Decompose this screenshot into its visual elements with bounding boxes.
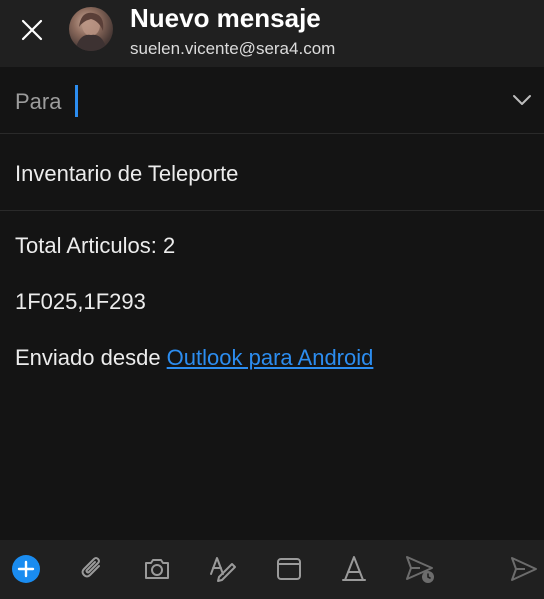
to-field-row[interactable]: Para xyxy=(0,67,544,134)
signature-line: Enviado desde Outlook para Android xyxy=(15,345,373,371)
expand-recipients-button[interactable] xyxy=(510,88,534,112)
format-icon xyxy=(342,556,366,581)
close-button[interactable] xyxy=(12,10,52,50)
chevron-down-icon xyxy=(513,95,531,105)
schedule-send-button[interactable] xyxy=(404,553,436,585)
header-bar: Nuevo mensaje suelen.vicente@sera4.com xyxy=(0,0,544,67)
attach-icon xyxy=(81,557,100,578)
outlook-android-link[interactable]: Outlook para Android xyxy=(167,345,374,370)
body-line-total[interactable]: Total Articulos: 2 xyxy=(15,233,175,259)
to-label: Para xyxy=(15,89,62,114)
add-icon xyxy=(12,555,40,583)
format-button[interactable] xyxy=(338,553,370,585)
add-button[interactable] xyxy=(10,553,42,585)
camera-button[interactable] xyxy=(141,553,173,585)
signature-prefix: Enviado desde xyxy=(15,345,167,370)
profile-photo-icon xyxy=(75,12,107,51)
page-title: Nuevo mensaje xyxy=(130,3,321,33)
compose-toolbar xyxy=(0,540,544,599)
draw-button[interactable] xyxy=(207,553,239,585)
body-line-items[interactable]: 1F025,1F293 xyxy=(15,289,146,315)
attach-button[interactable] xyxy=(76,553,108,585)
subject-field[interactable]: Inventario de Teleporte xyxy=(0,134,544,211)
to-input-caret[interactable] xyxy=(75,85,78,117)
avatar[interactable] xyxy=(69,7,113,51)
send-icon xyxy=(511,557,537,581)
subject-text[interactable]: Inventario de Teleporte xyxy=(15,161,238,187)
schedule-send-icon xyxy=(406,556,434,583)
calendar-button[interactable] xyxy=(273,553,305,585)
draw-icon xyxy=(210,557,236,582)
send-button[interactable] xyxy=(508,553,540,585)
account-email[interactable]: suelen.vicente@sera4.com xyxy=(130,39,335,59)
close-icon xyxy=(21,19,43,41)
calendar-icon xyxy=(277,558,301,580)
camera-icon xyxy=(145,559,169,579)
